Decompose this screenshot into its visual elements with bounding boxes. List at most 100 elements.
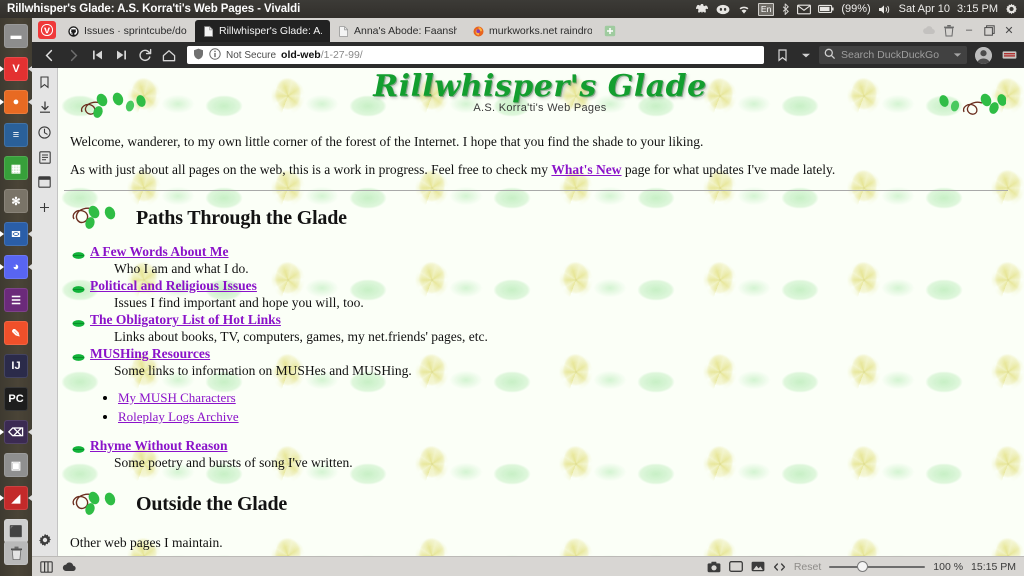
mail-icon[interactable] xyxy=(797,1,812,17)
launcher-item[interactable]: ☰ xyxy=(0,284,32,316)
forward-button[interactable] xyxy=(62,45,84,65)
launcher-item[interactable]: ≡ xyxy=(0,119,32,151)
rewind-button[interactable] xyxy=(86,45,108,65)
trash-icon[interactable] xyxy=(4,541,28,565)
content-link[interactable]: My MUSH Characters xyxy=(118,390,236,405)
files-app-icon[interactable]: ▬ xyxy=(4,24,28,48)
camera-icon[interactable] xyxy=(707,561,721,573)
launcher-item[interactable]: ◕ xyxy=(0,251,32,283)
bluetooth-icon[interactable] xyxy=(781,1,790,17)
terminal-purple-app-icon[interactable]: ☰ xyxy=(4,288,28,312)
tray-time[interactable]: 3:15 PM xyxy=(957,3,998,15)
search-input[interactable]: Search DuckDuckGo xyxy=(841,49,939,61)
launcher-item[interactable]: ✉ xyxy=(0,218,32,250)
browser-tab[interactable]: Anna's Abode: Faanshi of A xyxy=(330,20,465,42)
tile-icon[interactable] xyxy=(728,561,743,572)
panel-toggle-icon[interactable] xyxy=(40,560,53,573)
tray-date[interactable]: Sat Apr 10 xyxy=(899,3,950,15)
content-link[interactable]: MUSHing Resources xyxy=(90,346,210,361)
browser-tab[interactable]: murkworks.net raindrop.gi xyxy=(465,20,600,42)
bookmark-icon[interactable] xyxy=(771,45,793,65)
launcher-item[interactable]: ● xyxy=(0,86,32,118)
libreoffice-calc-app-icon[interactable]: ▦ xyxy=(4,156,28,180)
content-link[interactable]: Roleplay Logs Archive xyxy=(118,409,239,424)
vine-leaf-ornament-right xyxy=(939,93,1006,115)
tab-trash-icon[interactable] xyxy=(940,21,958,39)
list-item: The Obligatory List of Hot Links Links ab… xyxy=(72,311,1016,345)
launcher-item[interactable]: ▬ xyxy=(0,20,32,52)
search-field[interactable]: Search DuckDuckGo xyxy=(819,46,967,64)
launcher-item[interactable]: ▦ xyxy=(0,152,32,184)
content-link[interactable]: A Few Words About Me xyxy=(90,244,229,259)
launcher-item[interactable]: V xyxy=(0,53,32,85)
vivaldi-window: Issues · sprintcube/docker- Rillwhisper's… xyxy=(32,18,1024,576)
intellij-idea-app-icon[interactable]: IJ xyxy=(4,354,28,378)
cloud-status-icon[interactable] xyxy=(62,561,77,572)
sync-cloud-icon[interactable] xyxy=(920,21,938,39)
krita-app-icon[interactable]: ✎ xyxy=(4,321,28,345)
code-icon[interactable] xyxy=(773,562,786,572)
thunderbird-app-icon[interactable]: ✉ xyxy=(4,222,28,246)
content-link[interactable]: The Obligatory List of Hot Links xyxy=(90,312,281,327)
minimize-button[interactable]: – xyxy=(960,21,978,39)
sublist-container: My MUSH Characters Roleplay Logs Archive xyxy=(72,389,1016,426)
virtualbox-app-icon[interactable]: ◢ xyxy=(4,486,28,510)
launcher-trash[interactable] xyxy=(0,537,32,570)
zoom-slider[interactable] xyxy=(829,561,926,573)
battery-icon[interactable] xyxy=(818,1,834,17)
reload-button[interactable] xyxy=(134,45,156,65)
gimp-app-icon[interactable]: ✻ xyxy=(4,189,28,213)
new-tab-button[interactable] xyxy=(600,20,620,42)
pycharm-app-icon[interactable]: PC xyxy=(4,387,28,411)
bookmark-dropdown-icon[interactable] xyxy=(795,45,817,65)
shield-icon[interactable] xyxy=(193,48,204,63)
back-button[interactable] xyxy=(38,45,60,65)
vivaldi-logo-icon[interactable] xyxy=(38,21,56,39)
maximize-button[interactable] xyxy=(980,21,998,39)
libreoffice-writer-app-icon[interactable]: ≡ xyxy=(4,123,28,147)
launcher-item[interactable]: ✻ xyxy=(0,185,32,217)
terminal-app-icon[interactable]: ⌫ xyxy=(4,420,28,444)
zoom-reset-button[interactable]: Reset xyxy=(794,561,821,573)
panel-bookmarks[interactable] xyxy=(37,74,53,90)
magnifier-icon[interactable] xyxy=(824,48,836,63)
panel-downloads[interactable] xyxy=(37,99,53,115)
info-icon[interactable] xyxy=(209,47,221,63)
panel-settings-gear-icon[interactable] xyxy=(37,532,53,548)
launcher-item[interactable]: IJ xyxy=(0,350,32,382)
browser-tab[interactable]: Issues · sprintcube/docker- xyxy=(60,20,195,42)
browser-tab[interactable]: Rillwhisper's Glade: A.S. Kο xyxy=(195,20,330,42)
discord-icon[interactable] xyxy=(716,1,730,17)
launcher-item[interactable]: ✎ xyxy=(0,317,32,349)
wifi-icon[interactable] xyxy=(737,1,751,17)
home-button[interactable] xyxy=(158,45,180,65)
extension-icon[interactable] xyxy=(1000,46,1018,64)
launcher-item[interactable]: ◢ xyxy=(0,482,32,514)
image-icon[interactable] xyxy=(751,561,765,572)
gear-icon[interactable] xyxy=(1005,1,1018,17)
panel-history[interactable] xyxy=(37,124,53,140)
vivaldi-app-icon[interactable]: V xyxy=(4,57,28,81)
firefox-app-icon[interactable]: ● xyxy=(4,90,28,114)
bat-icon[interactable] xyxy=(695,1,709,17)
fastforward-button[interactable] xyxy=(110,45,132,65)
close-button[interactable]: ✕ xyxy=(1000,21,1018,39)
content-link[interactable]: Political and Religious Issues xyxy=(90,278,257,293)
panel-add[interactable] xyxy=(37,199,53,215)
launcher-item[interactable]: PC xyxy=(0,383,32,415)
avatar[interactable] xyxy=(975,46,992,64)
content-link[interactable]: Rhyme Without Reason xyxy=(90,438,228,453)
zoom-slider-knob[interactable] xyxy=(857,561,869,572)
keyboard-layout-indicator[interactable]: En xyxy=(757,2,775,16)
address-bar[interactable]: Not Secure old-web/1-27-99/ xyxy=(187,46,764,64)
discord-app-icon[interactable]: ◕ xyxy=(4,255,28,279)
volume-icon[interactable] xyxy=(878,1,892,17)
whats-new-link[interactable]: What's New xyxy=(551,162,621,177)
address-toolbar: Not Secure old-web/1-27-99/ Search DuckD… xyxy=(32,42,1024,68)
search-dropdown-icon[interactable] xyxy=(953,49,962,61)
panel-notes[interactable] xyxy=(37,149,53,165)
disk-usage-app-icon[interactable]: ▣ xyxy=(4,453,28,477)
launcher-item[interactable]: ▣ xyxy=(0,449,32,481)
panel-window[interactable] xyxy=(37,174,53,190)
launcher-item[interactable]: ⌫ xyxy=(0,416,32,448)
